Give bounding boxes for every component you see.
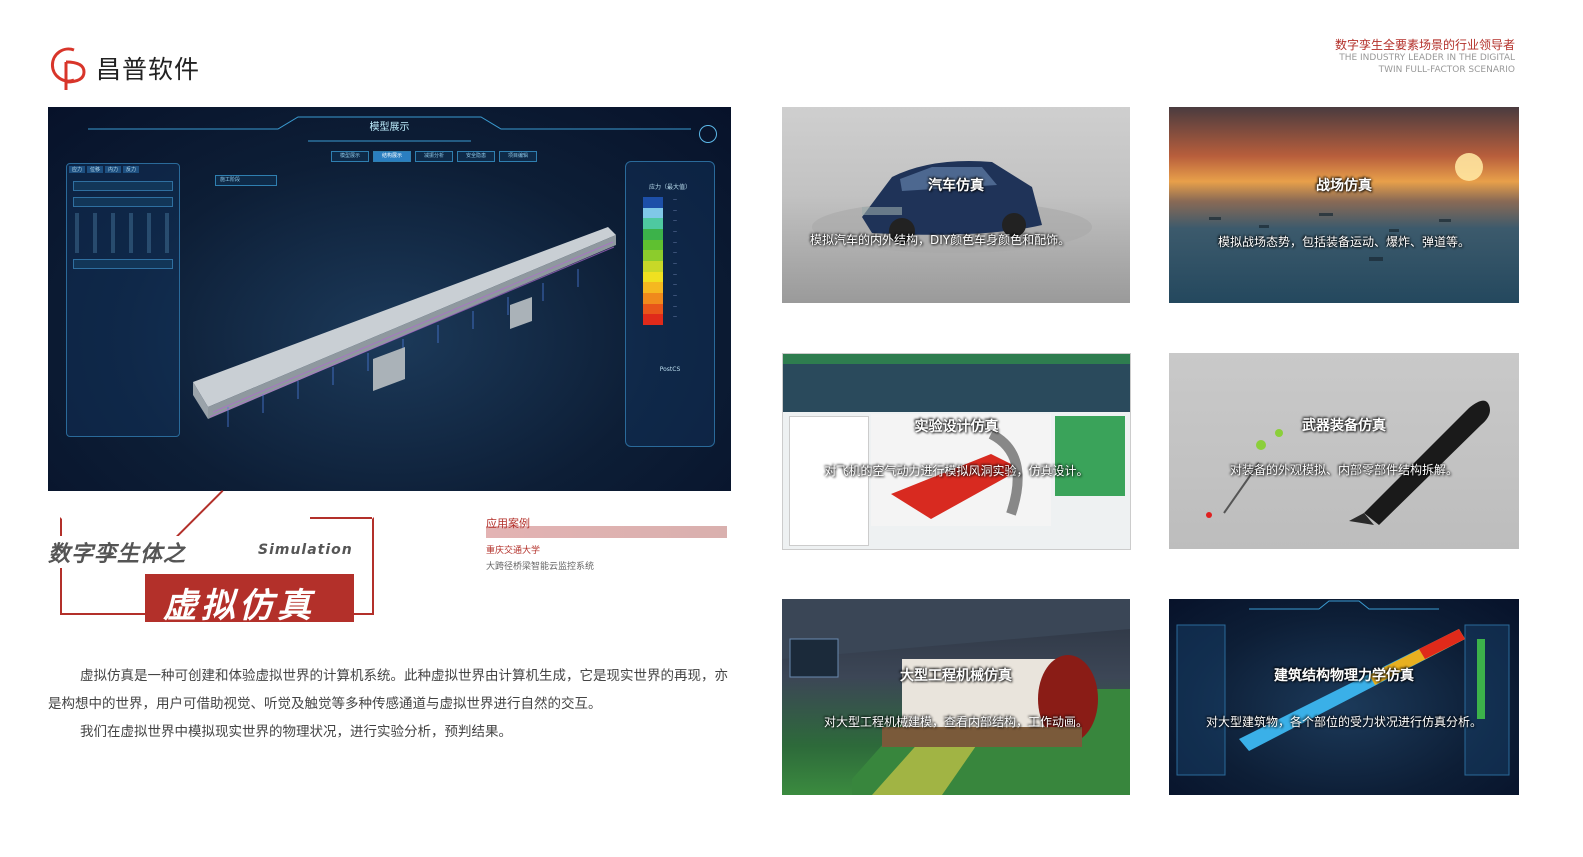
card-machinery-simulation[interactable]: 大型工程机械仿真 对大型工程机械建模，查看内部结构，工作动画。 xyxy=(782,599,1130,795)
description: 虚拟仿真是一种可创建和体验虚拟世界的计算机系统。此种虚拟世界由计算机生成，它是现… xyxy=(48,662,733,746)
card-desc: 对装备的外观模拟、内部零部件结构拆解。 xyxy=(1229,463,1458,477)
legend-tick: — xyxy=(673,250,677,256)
legend-swatch xyxy=(643,207,663,219)
legend-swatch xyxy=(643,314,663,325)
legend-swatch xyxy=(643,218,663,229)
card-desc: 对大型建筑物，各个部位的受力状况进行仿真分析。 xyxy=(1205,715,1482,729)
card-title: 实验设计仿真 xyxy=(914,419,999,435)
factory-illustration xyxy=(782,599,1130,795)
legend-tick: — xyxy=(673,260,677,266)
card-desc: 模拟战场态势，包括装备运动、爆炸、弹道等。 xyxy=(1217,235,1470,249)
case-label: 应用案例 xyxy=(486,517,530,530)
brand-tagline-en-line2: TWIN FULL-FACTOR SCENARIO xyxy=(1378,65,1515,75)
legend-tick: — xyxy=(673,271,677,277)
description-paragraph: 我们在虚拟世界中模拟现实世界的物理状况，进行实验分析，预判结果。 xyxy=(80,724,512,740)
legend-swatch xyxy=(643,282,663,293)
app-titlebar xyxy=(783,354,1130,364)
legend-tick: — xyxy=(673,218,677,224)
card-title: 汽车仿真 xyxy=(928,178,984,194)
missile-illustration xyxy=(1206,400,1490,525)
description-paragraph: 虚拟仿真是一种可创建和体验虚拟世界的计算机系统。此种虚拟世界由计算机生成，它是现… xyxy=(48,668,728,712)
legend-swatch xyxy=(643,228,663,240)
case-organization: 重庆交通大学 xyxy=(486,546,541,556)
card-title: 战场仿真 xyxy=(1316,178,1372,194)
legend-swatch xyxy=(643,260,663,272)
brand-tagline-en-line1: THE INDUSTRY LEADER IN THE DIGITAL xyxy=(1339,53,1515,63)
card-desc: 对大型工程机械建模，查看内部结构，工作动画。 xyxy=(823,715,1088,729)
case-project: 大跨径桥梁智能云监控系统 xyxy=(486,562,595,572)
legend-tick: — xyxy=(673,282,677,288)
card-experiment-simulation[interactable]: 实验设计仿真 对飞机的空气动力进行模拟风洞实验，仿真设计。 xyxy=(782,353,1131,550)
brand-name: 昌普软件 xyxy=(96,55,201,84)
section-title-part1: 数字孪生体之 xyxy=(48,536,193,568)
app-toolbar xyxy=(783,364,1130,412)
legend-tick: — xyxy=(673,228,677,234)
card-structure-simulation[interactable]: 建筑结构物理力学仿真 对大型建筑物，各个部位的受力状况进行仿真分析。 xyxy=(1169,599,1519,795)
legend-swatch xyxy=(643,303,663,315)
legend-tick: — xyxy=(673,197,677,202)
legend-tick: — xyxy=(673,239,677,245)
legend-swatch xyxy=(643,271,663,283)
stress-color-labels: — — — — — — — — — — — — xyxy=(673,195,677,323)
car-illustration xyxy=(812,161,1092,253)
stress-legend-panel: 应力（最大值） — — — — — — — — — — — — PostCS xyxy=(625,161,715,447)
card-car-simulation[interactable]: 汽车仿真 模拟汽车的内外结构，DIY颜色车身颜色和配饰。 xyxy=(782,107,1130,303)
card-title: 建筑结构物理力学仿真 xyxy=(1274,668,1414,684)
stress-color-bar xyxy=(643,197,663,325)
card-title: 大型工程机械仿真 xyxy=(900,668,1012,684)
brand-tagline-cn: 数字孪生全要素场景的行业领导者 xyxy=(1334,38,1515,52)
legend-swatch xyxy=(643,239,663,251)
section-title-en: Simulation xyxy=(258,542,353,558)
card-desc: 对飞机的空气动力进行模拟风洞实验，仿真设计。 xyxy=(824,464,1089,478)
card-weapon-simulation[interactable]: 武器装备仿真 对装备的外观模拟、内部零部件结构拆解。 xyxy=(1169,353,1519,549)
legend-swatch xyxy=(643,197,663,208)
card-title: 武器装备仿真 xyxy=(1302,418,1386,434)
company-logo xyxy=(44,42,92,92)
structure-stress-illustration xyxy=(1176,600,1510,776)
ocean-illustration xyxy=(1209,153,1483,261)
brand-tagline-en: THE INDUSTRY LEADER IN THE DIGITAL TWIN … xyxy=(1315,52,1515,76)
bridge-model-screenshot: 模型展示 模型展示 结构展示 减振分析 安全隐患 项目编辑 应力 位移 内力 反… xyxy=(48,107,731,491)
section-title-part2: 虚拟仿真 xyxy=(163,586,315,626)
card-desc: 模拟汽车的内外结构，DIY颜色车身颜色和配饰。 xyxy=(810,233,1071,247)
legend-swatch xyxy=(643,292,663,304)
legend-tick: — xyxy=(673,292,677,298)
legend-footer: PostCS xyxy=(659,366,681,373)
legend-title: 应力（最大值） xyxy=(648,184,691,191)
legend-tick: — xyxy=(673,314,677,320)
title-frame-top-right xyxy=(310,517,372,519)
card-battlefield-simulation[interactable]: 战场仿真 模拟战场态势，包括装备运动、爆炸、弹道等。 xyxy=(1169,107,1519,303)
legend-swatch xyxy=(643,250,663,261)
legend-tick: — xyxy=(673,303,677,309)
legend-tick: — xyxy=(673,207,677,213)
